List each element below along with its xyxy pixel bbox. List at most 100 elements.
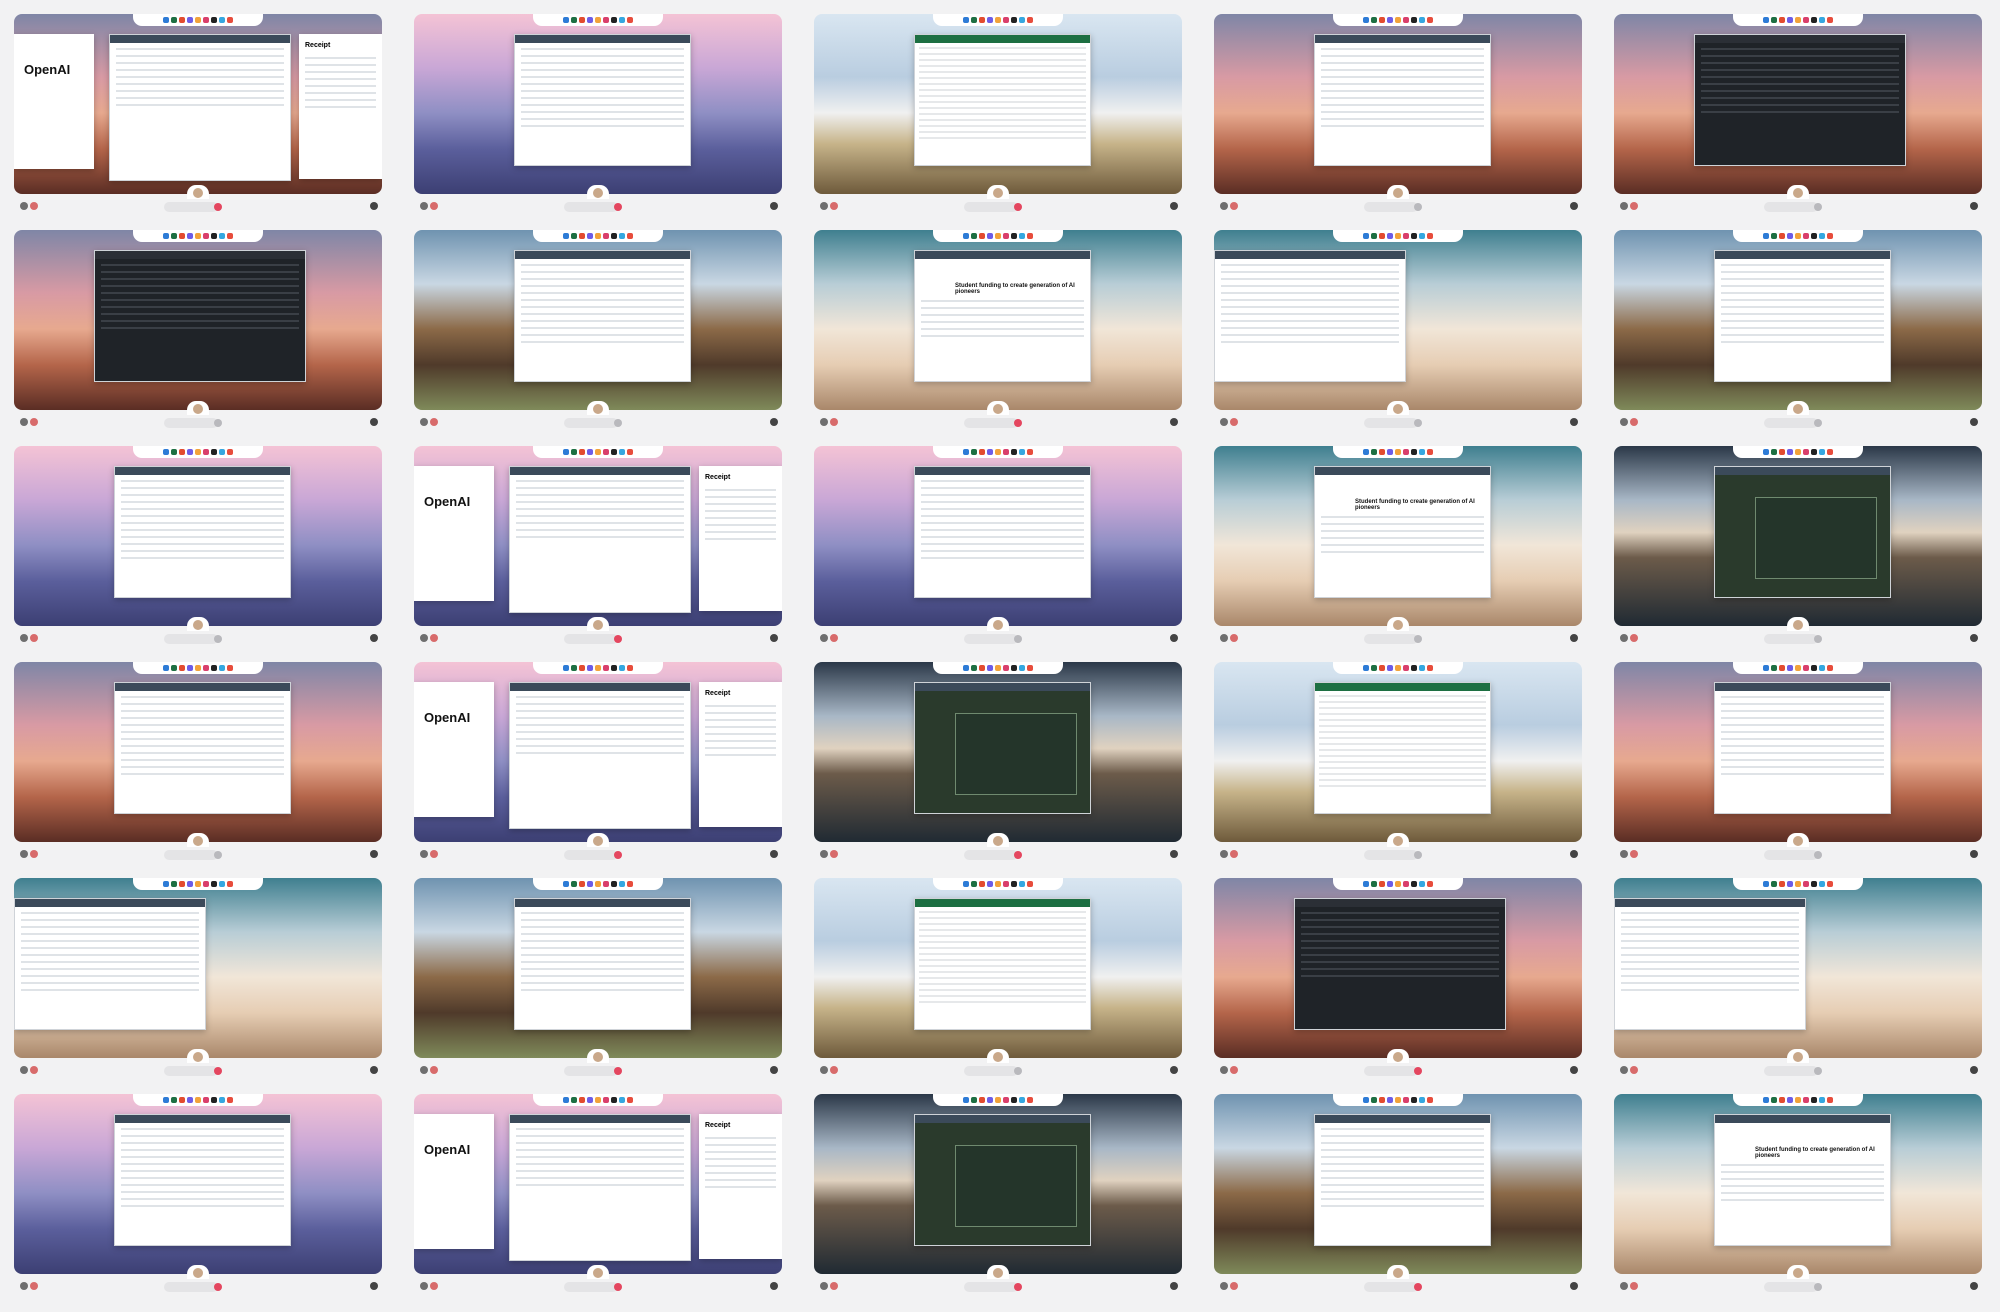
dock-app-icon[interactable]	[1027, 1097, 1033, 1103]
dock-app-icon[interactable]	[1819, 233, 1825, 239]
dock-app-icon[interactable]	[619, 881, 625, 887]
dock-app-icon[interactable]	[987, 17, 993, 23]
dock-app-icon[interactable]	[603, 17, 609, 23]
screenshot-preview[interactable]	[1214, 878, 1582, 1058]
dock-app-icon[interactable]	[627, 449, 633, 455]
thumbnail-card[interactable]	[1214, 14, 1582, 218]
dock-app-icon[interactable]	[963, 881, 969, 887]
status-pill[interactable]	[564, 1066, 618, 1076]
dock-app-icon[interactable]	[1427, 233, 1433, 239]
screenshot-preview[interactable]	[1214, 14, 1582, 194]
dock-app-icon[interactable]	[979, 881, 985, 887]
screenshot-preview[interactable]: OpenAI Receipt	[414, 662, 782, 842]
dock-app-icon[interactable]	[1003, 1097, 1009, 1103]
dock-app-icon[interactable]	[563, 17, 569, 23]
dock-app-icon[interactable]	[1411, 881, 1417, 887]
app-window[interactable]	[514, 250, 691, 382]
thumbnail-card[interactable]	[414, 230, 782, 434]
dock-app-icon[interactable]	[995, 665, 1001, 671]
app-window[interactable]	[94, 250, 306, 382]
screenshot-preview[interactable]	[1614, 662, 1982, 842]
dock-app-icon[interactable]	[579, 233, 585, 239]
dock-app-icon[interactable]	[211, 17, 217, 23]
dock-app-icon[interactable]	[611, 449, 617, 455]
dock-app-icon[interactable]	[1019, 233, 1025, 239]
dock-app-icon[interactable]	[619, 17, 625, 23]
dock-app-icon[interactable]	[587, 1097, 593, 1103]
dock-app-icon[interactable]	[579, 881, 585, 887]
dock-app-icon[interactable]	[195, 17, 201, 23]
dock-app-icon[interactable]	[1795, 881, 1801, 887]
dock-app-icon[interactable]	[1363, 233, 1369, 239]
screenshot-preview[interactable]	[814, 446, 1182, 626]
app-window[interactable]	[1314, 34, 1491, 166]
thumbnail-card[interactable]: Student funding to create generation of …	[814, 230, 1182, 434]
thumbnail-card[interactable]	[1214, 230, 1582, 434]
dock-app-icon[interactable]	[1803, 17, 1809, 23]
dock-app-icon[interactable]	[1003, 881, 1009, 887]
thumbnail-card[interactable]: OpenAI Receipt	[414, 1094, 782, 1298]
dock-app-icon[interactable]	[1027, 17, 1033, 23]
dock-app-icon[interactable]	[163, 1097, 169, 1103]
dock-app-icon[interactable]	[211, 881, 217, 887]
thumbnail-card[interactable]	[1614, 14, 1982, 218]
dock-app-icon[interactable]	[1763, 665, 1769, 671]
dock-app-icon[interactable]	[1371, 233, 1377, 239]
screenshot-preview[interactable]: OpenAI Receipt	[414, 1094, 782, 1274]
dock-app-icon[interactable]	[219, 665, 225, 671]
dock-app-icon[interactable]	[1787, 1097, 1793, 1103]
dock-app-icon[interactable]	[195, 449, 201, 455]
dock-app-icon[interactable]	[219, 881, 225, 887]
dock-app-icon[interactable]	[595, 17, 601, 23]
dock-app-icon[interactable]	[995, 1097, 1001, 1103]
dock-app-icon[interactable]	[1363, 881, 1369, 887]
dock-app-icon[interactable]	[611, 881, 617, 887]
dock-app-icon[interactable]	[211, 233, 217, 239]
dock-app-icon[interactable]	[1763, 233, 1769, 239]
dock-app-icon[interactable]	[1803, 881, 1809, 887]
dock-app-icon[interactable]	[1811, 449, 1817, 455]
dock-app-icon[interactable]	[1803, 1097, 1809, 1103]
dock-app-icon[interactable]	[1419, 17, 1425, 23]
app-window[interactable]	[1714, 466, 1891, 598]
app-window[interactable]	[914, 466, 1091, 598]
dock-app-icon[interactable]	[603, 665, 609, 671]
dock-app-icon[interactable]	[1779, 1097, 1785, 1103]
thumbnail-card[interactable]	[1214, 1094, 1582, 1298]
dock-app-icon[interactable]	[1787, 665, 1793, 671]
dock-app-icon[interactable]	[1411, 1097, 1417, 1103]
dock-app-icon[interactable]	[595, 881, 601, 887]
dock-app-icon[interactable]	[171, 881, 177, 887]
dock-app-icon[interactable]	[1379, 449, 1385, 455]
dock-app-icon[interactable]	[1787, 449, 1793, 455]
dock-app-icon[interactable]	[163, 449, 169, 455]
dock-app-icon[interactable]	[579, 449, 585, 455]
dock-app-icon[interactable]	[971, 1097, 977, 1103]
status-pill[interactable]	[164, 634, 218, 644]
dock-app-icon[interactable]	[1387, 449, 1393, 455]
status-pill[interactable]	[964, 850, 1018, 860]
status-pill[interactable]	[164, 202, 218, 212]
status-pill[interactable]	[964, 634, 1018, 644]
dock-app-icon[interactable]	[579, 665, 585, 671]
dock-app-icon[interactable]	[1811, 1097, 1817, 1103]
dock-app-icon[interactable]	[1003, 233, 1009, 239]
dock-app-icon[interactable]	[979, 233, 985, 239]
dock-app-icon[interactable]	[1403, 17, 1409, 23]
screenshot-preview[interactable]: Student funding to create generation of …	[1614, 1094, 1982, 1274]
dock-app-icon[interactable]	[1379, 17, 1385, 23]
dock-app-icon[interactable]	[1811, 881, 1817, 887]
dock-app-icon[interactable]	[1379, 233, 1385, 239]
dock-app-icon[interactable]	[1787, 233, 1793, 239]
thumbnail-card[interactable]: Student funding to create generation of …	[1614, 1094, 1982, 1298]
dock-app-icon[interactable]	[587, 449, 593, 455]
dock-app-icon[interactable]	[563, 233, 569, 239]
dock-app-icon[interactable]	[987, 881, 993, 887]
screenshot-preview[interactable]: OpenAI Receipt	[414, 446, 782, 626]
dock-app-icon[interactable]	[979, 449, 985, 455]
dock-app-icon[interactable]	[171, 233, 177, 239]
dock-app-icon[interactable]	[611, 1097, 617, 1103]
dock-app-icon[interactable]	[571, 1097, 577, 1103]
app-window[interactable]: Student funding to create generation of …	[914, 250, 1091, 382]
screenshot-preview[interactable]	[14, 878, 382, 1058]
